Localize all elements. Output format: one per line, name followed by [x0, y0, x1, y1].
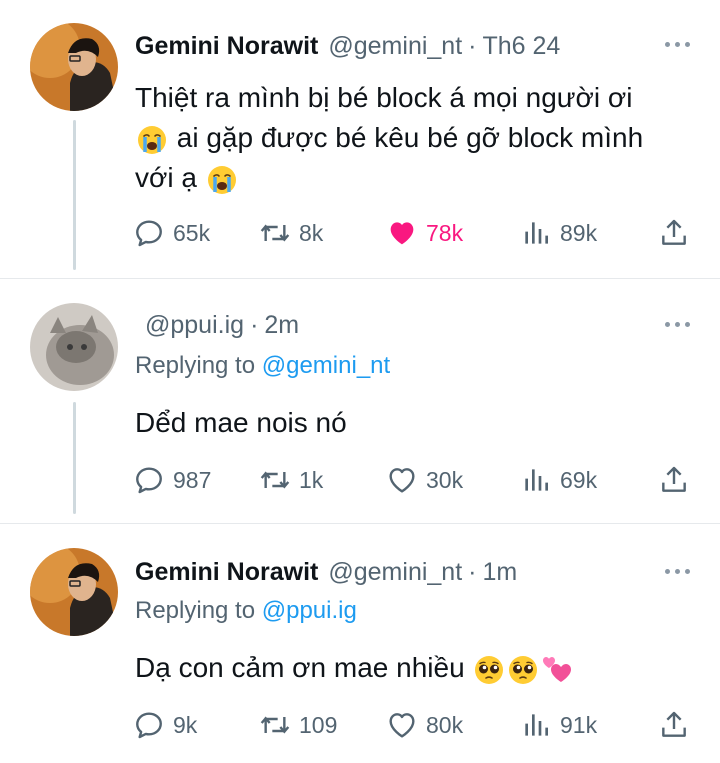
more-icon[interactable]: [665, 42, 690, 47]
like-icon: [386, 464, 418, 496]
action-bar: 987 1k 30k 69k: [133, 462, 693, 498]
thread-line: [73, 402, 76, 514]
retweet-icon: [259, 217, 291, 249]
replying-to-mention[interactable]: @gemini_nt: [262, 352, 390, 379]
like-button[interactable]: 30k: [386, 462, 463, 498]
tweet-header: Gemini Norawit @gemini_nt · 1m: [135, 552, 517, 592]
views-icon: [520, 709, 552, 741]
reply-count: 65k: [173, 219, 211, 246]
tweet-2[interactable]: @ppui.ig · 2m Replying to @gemini_nt Dểd…: [0, 279, 720, 523]
views-icon: [520, 217, 552, 249]
pleading-face-emoji: [473, 654, 505, 686]
username[interactable]: @gemini_nt: [328, 558, 462, 587]
avatar[interactable]: [30, 303, 118, 391]
replying-to: Replying to @ppui.ig: [135, 597, 357, 625]
reply-count: 9k: [173, 711, 198, 738]
view-count: 89k: [560, 219, 598, 246]
like-button[interactable]: 80k: [386, 707, 463, 743]
reply-icon: [133, 709, 165, 741]
more-icon[interactable]: [665, 322, 690, 327]
username[interactable]: @ppui.ig: [145, 311, 244, 340]
like-icon: [386, 709, 418, 741]
share-icon: [658, 464, 690, 496]
views-icon: [520, 464, 552, 496]
avatar-image: [30, 23, 118, 111]
tweet-text-line-1: Thiệt ra mình bị bé block á mọi người ơi: [135, 82, 633, 113]
retweet-count: 1k: [299, 466, 324, 493]
views-button[interactable]: 69k: [520, 462, 597, 498]
replying-to-label: Replying to: [135, 597, 256, 624]
retweet-button[interactable]: 109: [259, 707, 337, 743]
pleading-face-emoji: [507, 654, 539, 686]
timestamp[interactable]: 1m: [482, 558, 517, 587]
tweet-header: Gemini Norawit @gemini_nt · Th6 24: [135, 26, 560, 66]
tweet-1[interactable]: Gemini Norawit @gemini_nt · Th6 24 Thiệt…: [0, 0, 720, 278]
reply-button[interactable]: 65k: [133, 215, 210, 251]
like-button[interactable]: 78k: [386, 215, 463, 251]
tweet-text: Dểd mae nois nó: [135, 407, 347, 438]
avatar[interactable]: [30, 548, 118, 636]
loudly-crying-face-emoji: [136, 124, 168, 156]
replying-to-mention[interactable]: @ppui.ig: [262, 597, 357, 624]
reply-icon: [133, 464, 165, 496]
reply-button[interactable]: 9k: [133, 707, 197, 743]
timestamp[interactable]: Th6 24: [482, 32, 560, 61]
more-icon[interactable]: [665, 569, 690, 574]
like-count: 78k: [426, 219, 464, 246]
share-icon: [658, 217, 690, 249]
username[interactable]: @gemini_nt: [328, 32, 462, 61]
tweet-text-line-2-text: ai gặp được bé kêu bé gỡ block mình: [176, 122, 644, 153]
replying-to-label: Replying to: [135, 352, 256, 379]
tweet-text: Dạ con cảm ơn mae nhiều: [135, 648, 574, 688]
retweet-count: 8k: [299, 219, 324, 246]
timestamp[interactable]: 2m: [264, 311, 299, 340]
like-count: 80k: [426, 711, 464, 738]
tweet-3[interactable]: Gemini Norawit @gemini_nt · 1m Replying …: [0, 524, 720, 763]
revolving-hearts-emoji: [541, 654, 573, 686]
tweet-text-line-3-text: với ạ: [135, 162, 197, 193]
thread-line: [73, 120, 76, 270]
separator: ·: [468, 31, 477, 60]
tweet-text: Thiệt ra mình bị bé block á mọi người ơi…: [135, 78, 695, 198]
view-count: 69k: [560, 466, 598, 493]
avatar[interactable]: [30, 23, 118, 111]
tweet-text-line-2: ai gặp được bé kêu bé gỡ block mình: [135, 118, 695, 158]
like-count: 30k: [426, 466, 464, 493]
action-bar: 65k 8k 78k 89k: [133, 215, 693, 251]
like-icon: [386, 217, 418, 249]
share-icon: [658, 709, 690, 741]
retweet-button[interactable]: 8k: [259, 215, 323, 251]
reply-button[interactable]: 987: [133, 462, 211, 498]
display-name[interactable]: Gemini Norawit: [135, 558, 318, 587]
share-button[interactable]: [658, 462, 698, 498]
display-name[interactable]: Gemini Norawit: [135, 32, 318, 61]
tweet-text-line-3: với ạ: [135, 158, 695, 198]
view-count: 91k: [560, 711, 598, 738]
separator: ·: [468, 557, 477, 586]
action-bar: 9k 109 80k 91k: [133, 707, 693, 743]
avatar-image: [30, 548, 118, 636]
retweet-count: 109: [299, 711, 338, 738]
retweet-icon: [259, 709, 291, 741]
views-button[interactable]: 91k: [520, 707, 597, 743]
replying-to: Replying to @gemini_nt: [135, 352, 390, 380]
share-button[interactable]: [658, 215, 698, 251]
retweet-icon: [259, 464, 291, 496]
tweet-text-content: Dạ con cảm ơn mae nhiều: [135, 652, 465, 683]
avatar-image: [30, 303, 118, 391]
share-button[interactable]: [658, 707, 698, 743]
separator: ·: [250, 310, 259, 339]
loudly-crying-face-emoji: [206, 164, 238, 196]
reply-count: 987: [173, 466, 212, 493]
views-button[interactable]: 89k: [520, 215, 597, 251]
reply-icon: [133, 217, 165, 249]
retweet-button[interactable]: 1k: [259, 462, 323, 498]
tweet-header: @ppui.ig · 2m: [135, 305, 299, 345]
